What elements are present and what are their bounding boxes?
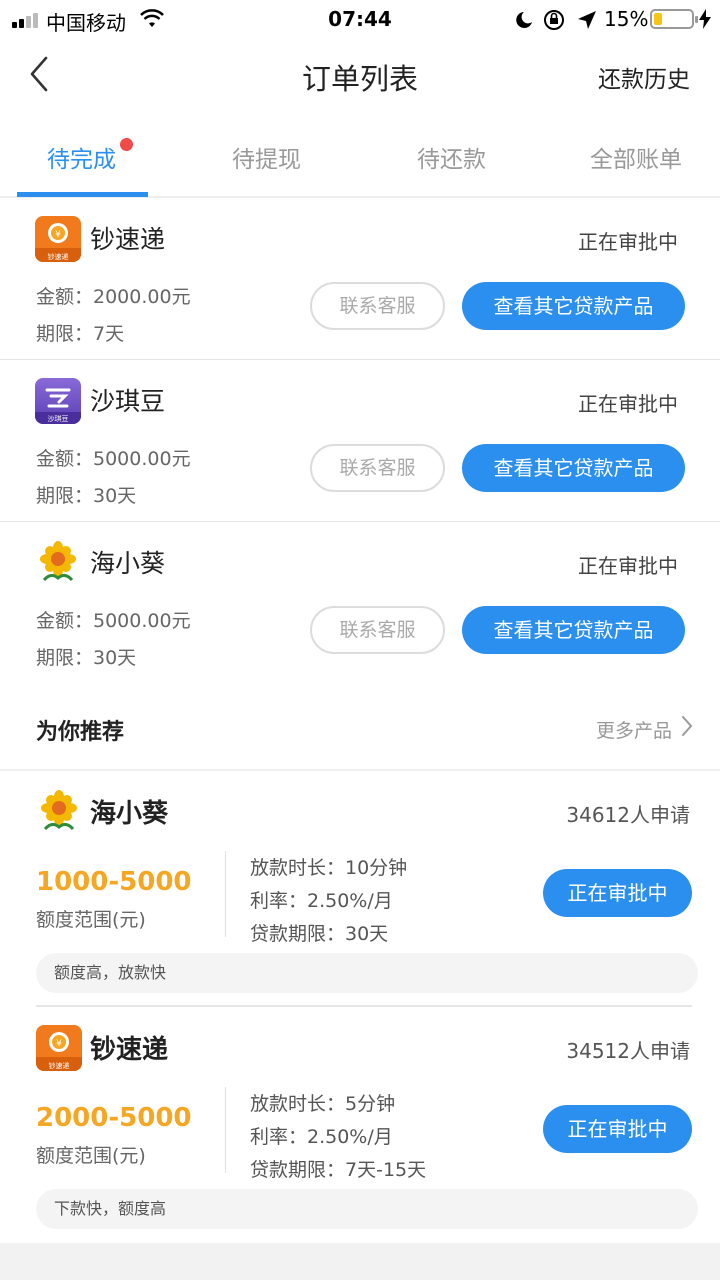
navigation-bar: 订单列表 还款历史 (0, 38, 720, 112)
battery-percent: 15% (604, 7, 649, 31)
svg-text:钞速递: 钞速递 (49, 1061, 70, 1070)
order-term: 期限：7天 (36, 323, 125, 345)
approval-status: 正在审批中 (578, 392, 678, 416)
repayment-history-link[interactable]: 还款历史 (598, 60, 690, 94)
interest-rate: 利率：2.50%/月 (250, 1126, 393, 1148)
tab-all-bills[interactable]: 全部账单 (590, 140, 682, 174)
recommend-title: 为你推荐 (36, 720, 125, 745)
chaosudi-logo-icon: ¥ 钞速递 (35, 216, 81, 262)
approval-status-button[interactable]: 正在审批中 (543, 869, 692, 917)
applicant-count: 34512人申请 (566, 1039, 690, 1063)
svg-text:钞速递: 钞速递 (48, 252, 69, 261)
contact-support-button[interactable]: 联系客服 (310, 282, 445, 330)
tab-pending-completion[interactable]: 待完成 (47, 140, 116, 174)
svg-text:¥: ¥ (55, 230, 61, 240)
order-tabs: 待完成 待提现 待还款 全部账单 (0, 112, 720, 198)
order-term: 期限：30天 (36, 485, 137, 507)
location-icon (578, 11, 596, 29)
chevron-right-icon[interactable] (680, 714, 694, 738)
recommend-list: 海小葵 34612人申请 1000-5000 额度范围(元) 放款时长：10分钟… (0, 771, 720, 1243)
contact-support-button[interactable]: 联系客服 (310, 444, 445, 492)
svg-text:¥: ¥ (56, 1039, 62, 1049)
divider (225, 1087, 226, 1173)
chaosudi-logo-icon: ¥ 钞速递 (36, 1025, 82, 1071)
loan-time: 放款时长：5分钟 (250, 1093, 396, 1115)
rotation-lock-icon (544, 10, 564, 30)
product-tag: 下款快，额度高 (36, 1189, 698, 1229)
recommend-card[interactable]: ¥ 钞速递 钞速递 34512人申请 2000-5000 额度范围(元) 放款时… (0, 1007, 720, 1243)
product-tag: 额度高，放款快 (36, 953, 698, 993)
product-name: 钞速递 (90, 1035, 169, 1065)
approval-status: 正在审批中 (578, 230, 678, 254)
approval-status-button[interactable]: 正在审批中 (543, 1105, 692, 1153)
status-bar: 中国移动 07:44 15% (0, 0, 720, 38)
battery-icon (650, 9, 698, 29)
loan-range-label: 额度范围(元) (36, 909, 146, 931)
tab-pending-repayment[interactable]: 待还款 (417, 140, 486, 174)
approval-status: 正在审批中 (578, 554, 678, 578)
divider (225, 851, 226, 937)
order-amount: 金额：2000.00元 (36, 286, 191, 308)
order-amount: 金额：5000.00元 (36, 610, 191, 632)
charging-icon (699, 9, 711, 29)
product-name: 钞速递 (90, 225, 166, 254)
status-icons (516, 10, 596, 30)
product-name: 海小葵 (90, 799, 169, 829)
loan-term: 贷款期限：30天 (250, 923, 389, 945)
order-item: ¥ 钞速递 钞速递 正在审批中 金额：2000.00元 期限：7天 联系客服 查… (0, 198, 720, 360)
active-tab-indicator (17, 192, 148, 197)
view-other-loans-button[interactable]: 查看其它贷款产品 (462, 444, 685, 492)
sunflower-logo-icon (36, 789, 82, 835)
view-other-loans-button[interactable]: 查看其它贷款产品 (462, 606, 685, 654)
loan-term: 贷款期限：7天-15天 (250, 1159, 427, 1181)
sunflower-logo-icon (35, 540, 81, 586)
more-products-link[interactable]: 更多产品 (596, 716, 672, 743)
product-name: 沙琪豆 (90, 387, 166, 416)
order-amount: 金额：5000.00元 (36, 448, 191, 470)
interest-rate: 利率：2.50%/月 (250, 890, 393, 912)
order-item: 海小葵 正在审批中 金额：5000.00元 期限：30天 联系客服 查看其它贷款… (0, 522, 720, 684)
recommend-header: 为你推荐 更多产品 (0, 684, 720, 770)
order-list: ¥ 钞速递 钞速递 正在审批中 金额：2000.00元 期限：7天 联系客服 查… (0, 198, 720, 684)
order-term: 期限：30天 (36, 647, 137, 669)
moon-icon (516, 12, 532, 28)
view-other-loans-button[interactable]: 查看其它贷款产品 (462, 282, 685, 330)
shaqidou-logo-icon: 沙琪豆 (35, 378, 81, 424)
contact-support-button[interactable]: 联系客服 (310, 606, 445, 654)
svg-text:沙琪豆: 沙琪豆 (48, 414, 69, 423)
tab-badge-dot (120, 138, 133, 151)
order-item: 沙琪豆 沙琪豆 正在审批中 金额：5000.00元 期限：30天 联系客服 查看… (0, 360, 720, 522)
loan-time: 放款时长：10分钟 (250, 857, 408, 879)
tab-pending-withdrawal[interactable]: 待提现 (232, 140, 301, 174)
loan-range: 1000-5000 (36, 867, 192, 897)
loan-range-label: 额度范围(元) (36, 1145, 146, 1167)
applicant-count: 34612人申请 (566, 803, 690, 827)
product-name: 海小葵 (90, 549, 166, 578)
loan-range: 2000-5000 (36, 1103, 192, 1133)
recommend-card[interactable]: 海小葵 34612人申请 1000-5000 额度范围(元) 放款时长：10分钟… (0, 771, 720, 1007)
